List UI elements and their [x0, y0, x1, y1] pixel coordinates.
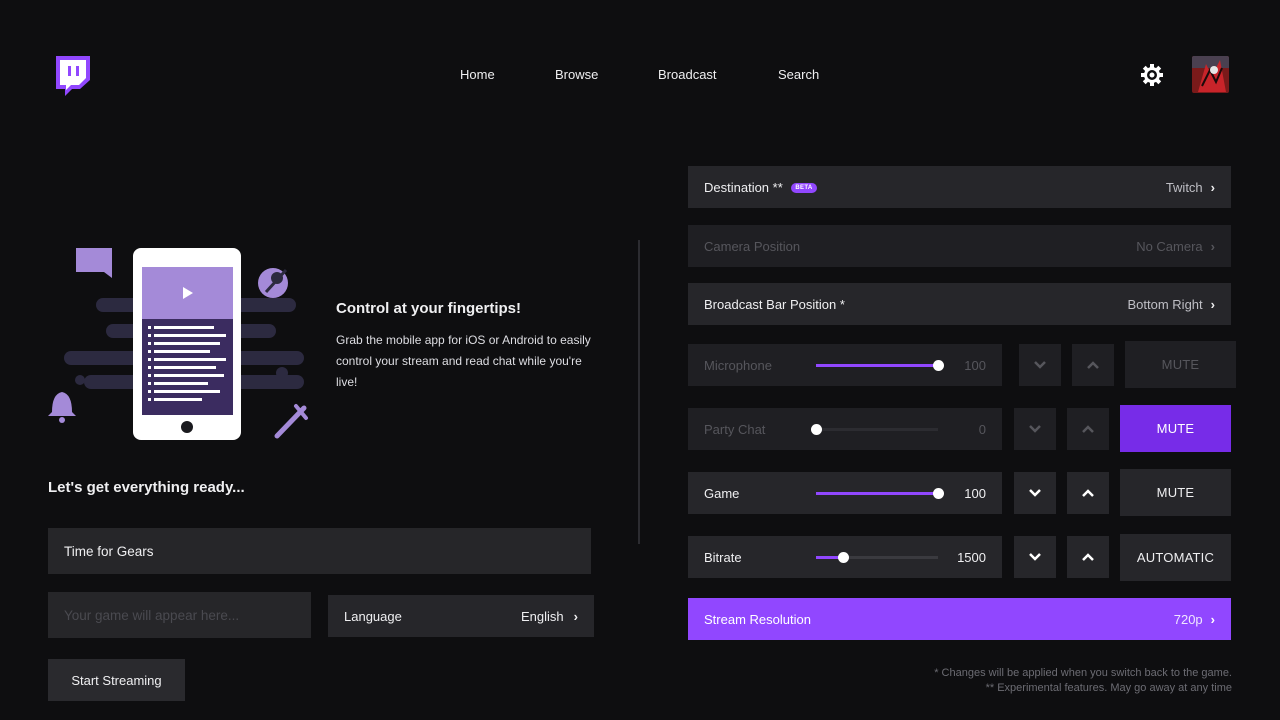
slider-thumb[interactable]	[933, 359, 944, 371]
party-chat-value: 0	[978, 421, 986, 437]
slider-thumb[interactable]	[933, 487, 944, 499]
destination-label: Destination **	[704, 179, 783, 195]
microphone-slider[interactable]	[816, 359, 944, 371]
slider-thumb[interactable]	[811, 423, 822, 435]
microphone-label: Microphone	[704, 357, 772, 373]
chevron-down-icon	[1029, 489, 1041, 497]
beta-badge: BETA	[791, 183, 817, 194]
experimental-note: ** Experimental features. May go away at…	[985, 682, 1232, 694]
bitrate-automatic-button[interactable]: AUTOMATIC	[1120, 534, 1231, 581]
microphone-increase-button[interactable]	[1072, 344, 1114, 386]
game-increase-button[interactable]	[1067, 472, 1109, 514]
party-chat-slider-row: Party Chat 0	[688, 408, 1002, 450]
setup-heading: Let's get everything ready...	[48, 479, 245, 496]
divider	[638, 240, 640, 544]
stream-resolution-label: Stream Resolution	[704, 611, 811, 627]
destination-row[interactable]: Destination ** BETA Twitch ›	[688, 166, 1231, 208]
bitrate-slider-row: Bitrate 1500	[688, 536, 1002, 578]
chevron-up-icon	[1082, 425, 1094, 433]
stream-title-input[interactable]	[48, 528, 591, 574]
nav-home[interactable]: Home	[460, 67, 495, 82]
chevron-down-icon	[1034, 361, 1046, 369]
game-slider[interactable]	[816, 487, 944, 499]
bar-position-row[interactable]: Broadcast Bar Position * Bottom Right ›	[688, 283, 1231, 325]
language-value: English	[521, 608, 564, 624]
game-slider-row: Game 100	[688, 472, 1002, 514]
game-label: Game	[704, 485, 740, 501]
gear-icon[interactable]	[1140, 63, 1164, 87]
chevron-up-icon	[1082, 489, 1094, 497]
chevron-right-icon: ›	[1210, 296, 1215, 312]
bitrate-label: Bitrate	[704, 549, 742, 565]
nav-browse[interactable]: Browse	[555, 67, 598, 82]
start-streaming-button[interactable]: Start Streaming	[48, 659, 185, 701]
nav-search[interactable]: Search	[778, 67, 819, 82]
game-value: 100	[964, 485, 986, 501]
game-mute-button[interactable]: MUTE	[1120, 469, 1231, 516]
chevron-up-icon	[1082, 553, 1094, 561]
chevron-up-icon	[1087, 361, 1099, 369]
bar-position-label: Broadcast Bar Position *	[704, 296, 845, 312]
microphone-slider-row: Microphone 100	[688, 344, 1002, 386]
slider-thumb[interactable]	[837, 551, 849, 563]
chevron-down-icon	[1029, 425, 1041, 433]
microphone-mute-button[interactable]: MUTE	[1125, 341, 1236, 388]
game-decrease-button[interactable]	[1014, 472, 1056, 514]
changes-note: * Changes will be applied when you switc…	[934, 667, 1232, 679]
party-chat-increase-button[interactable]	[1067, 408, 1109, 450]
chevron-right-icon: ›	[573, 608, 578, 624]
bitrate-increase-button[interactable]	[1067, 536, 1109, 578]
bitrate-slider[interactable]	[816, 551, 938, 563]
party-chat-label: Party Chat	[704, 421, 766, 437]
bar-position-value: Bottom Right	[1127, 296, 1203, 312]
camera-position-value: No Camera	[1136, 238, 1203, 254]
user-avatar[interactable]	[1192, 56, 1229, 93]
microphone-value: 100	[964, 357, 986, 373]
camera-position-label: Camera Position	[704, 238, 801, 254]
slider-fill	[816, 363, 938, 367]
destination-value: Twitch	[1165, 179, 1203, 195]
game-input[interactable]	[48, 592, 311, 638]
stream-resolution-row[interactable]: Stream Resolution 720p ›	[688, 598, 1231, 640]
phone-illustration	[44, 240, 314, 450]
party-chat-mute-button[interactable]: MUTE	[1120, 405, 1231, 452]
language-label: Language	[344, 608, 402, 624]
chevron-right-icon: ›	[1210, 179, 1215, 195]
party-chat-slider[interactable]	[811, 423, 938, 435]
bitrate-decrease-button[interactable]	[1014, 536, 1056, 578]
bitrate-value: 1500	[957, 549, 986, 565]
camera-position-row[interactable]: Camera Position No Camera ›	[688, 225, 1231, 267]
slider-fill	[816, 491, 938, 495]
twitch-logo-icon[interactable]	[54, 56, 90, 96]
promo-title: Control at your fingertips!	[336, 300, 521, 317]
microphone-decrease-button[interactable]	[1019, 344, 1061, 386]
chevron-right-icon: ›	[1210, 238, 1215, 254]
party-chat-decrease-button[interactable]	[1014, 408, 1056, 450]
language-selector[interactable]: Language English ›	[328, 595, 594, 637]
nav-broadcast[interactable]: Broadcast	[658, 67, 717, 82]
stream-resolution-value: 720p	[1173, 611, 1203, 627]
promo-body: Grab the mobile app for iOS or Android t…	[336, 333, 591, 389]
chevron-down-icon	[1029, 553, 1041, 561]
chevron-right-icon: ›	[1210, 611, 1215, 627]
